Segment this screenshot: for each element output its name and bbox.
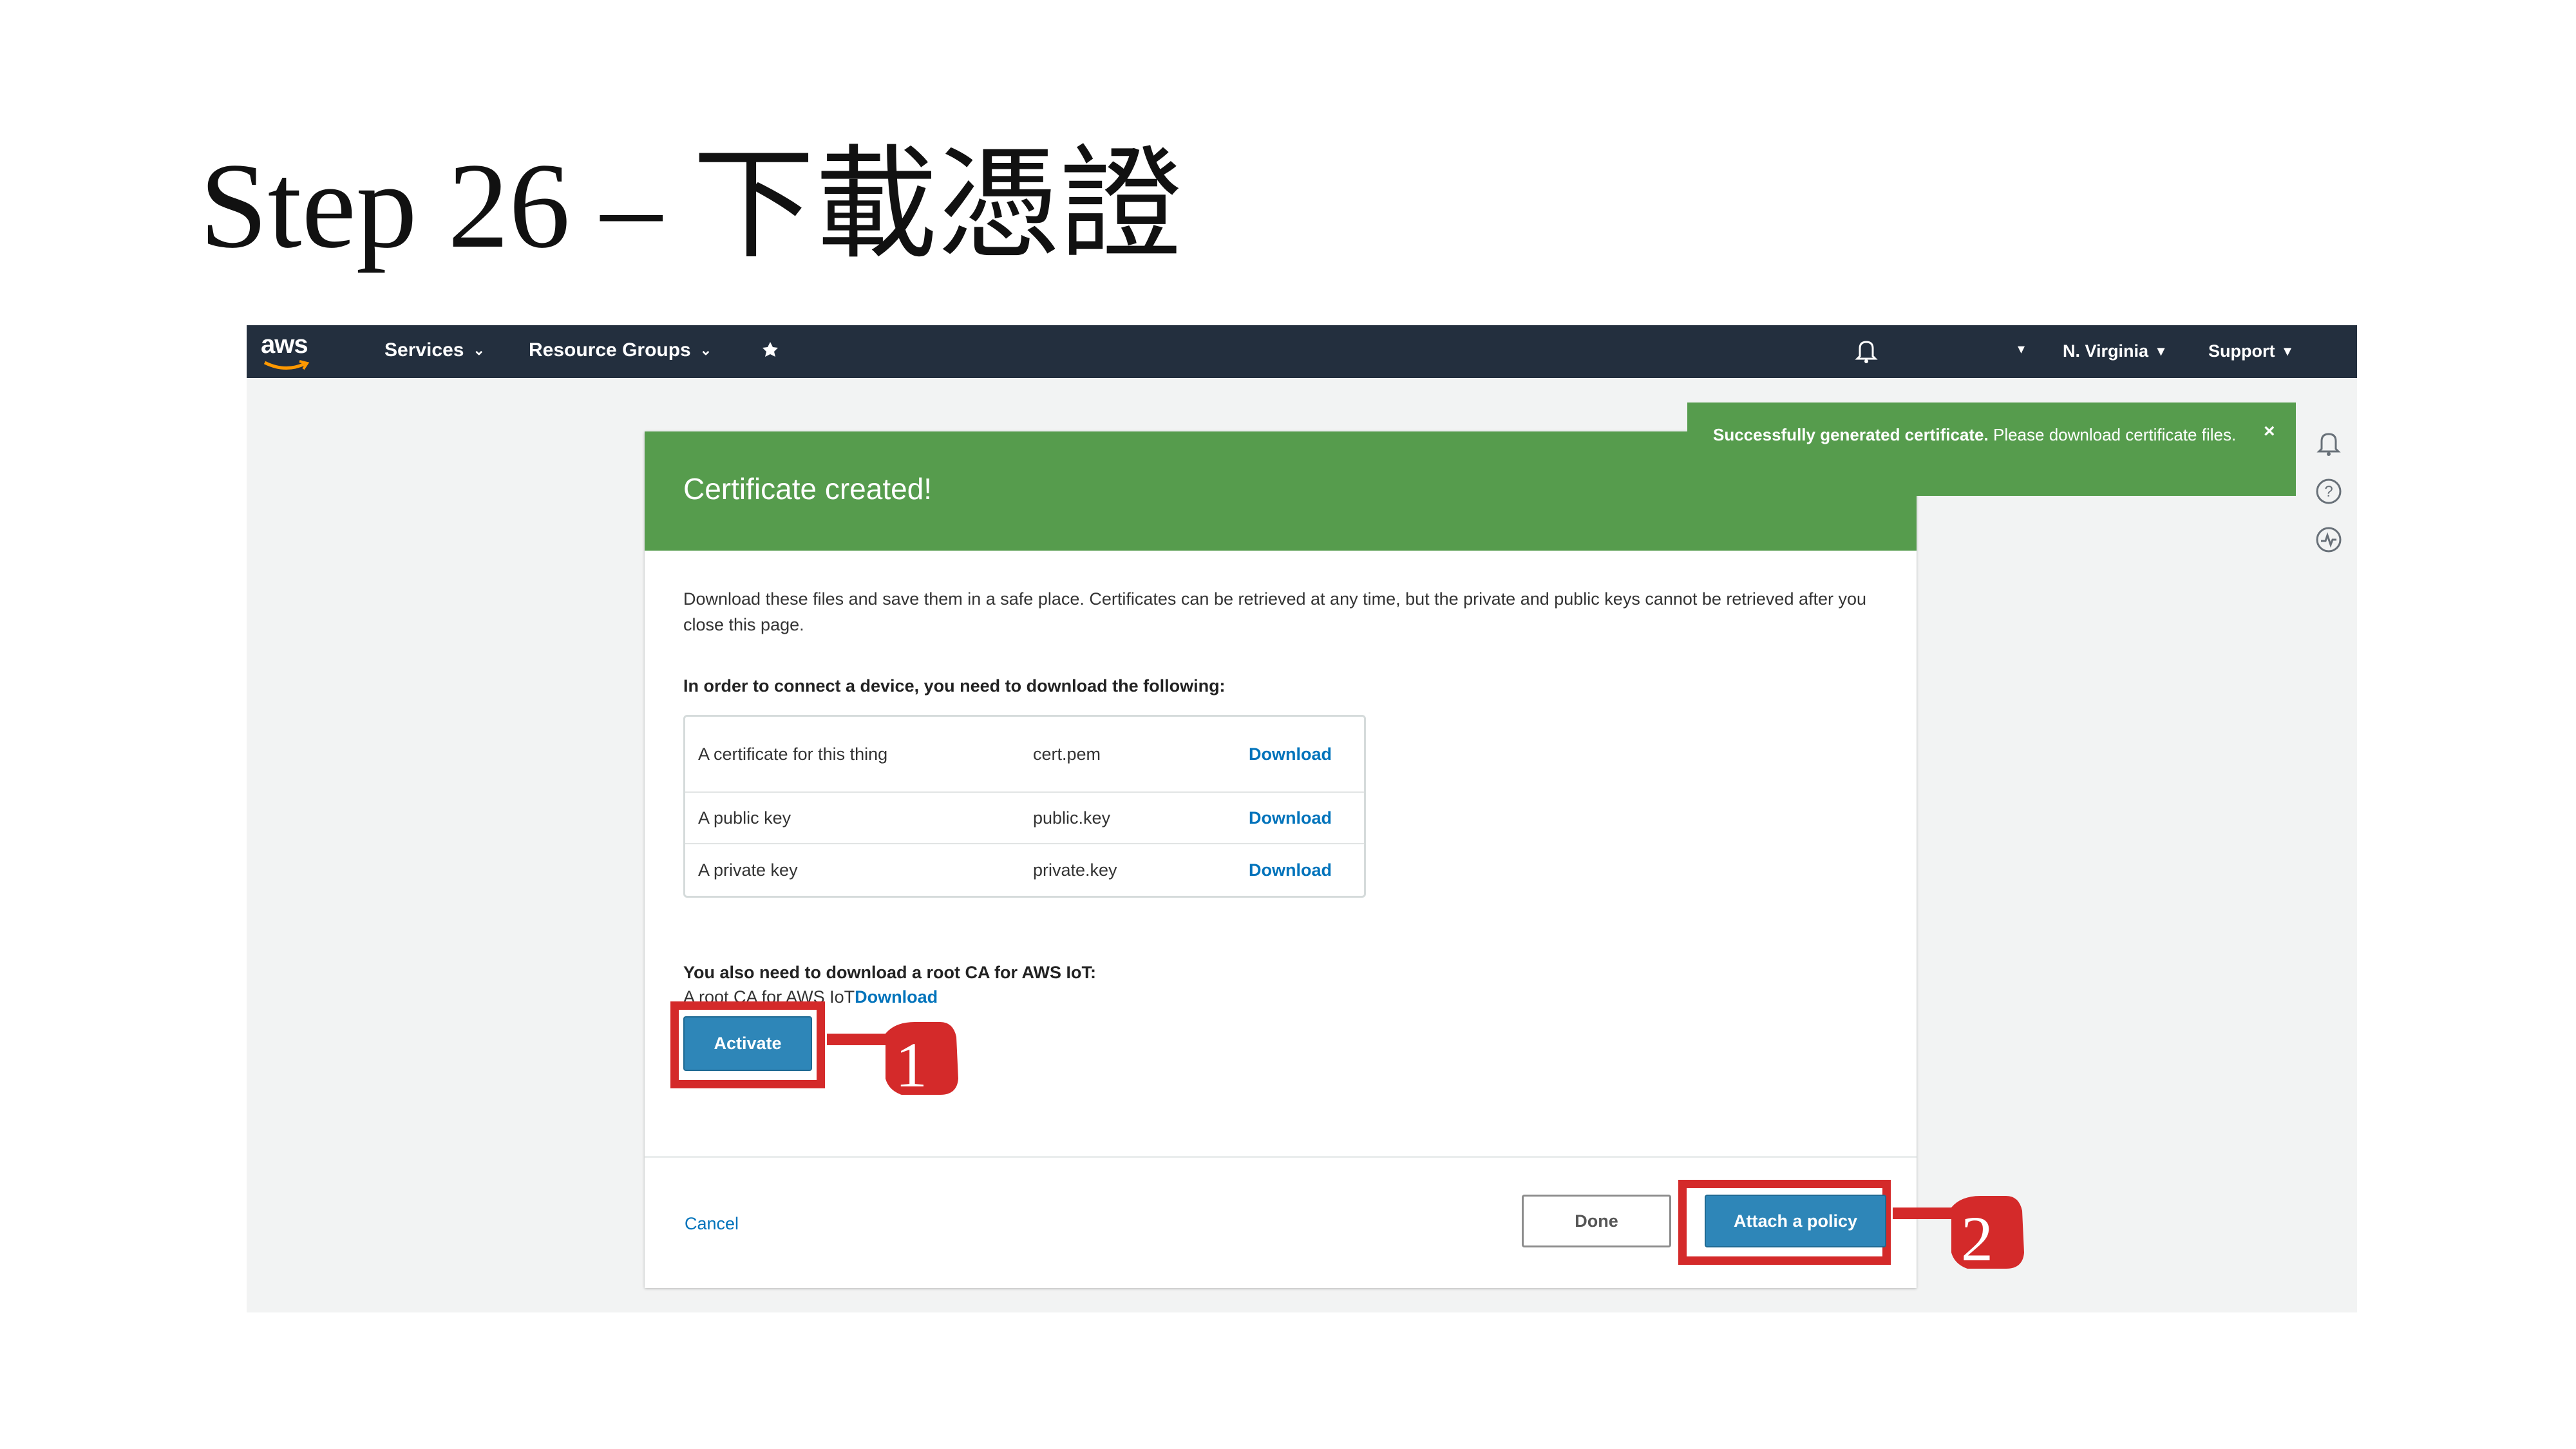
account-dropdown-caret[interactable]: ▾ <box>2018 341 2025 357</box>
aws-console-screenshot: aws Services ⌄ Resource Groups ⌄ ▾ N. Virg… <box>247 325 2357 1312</box>
activity-icon[interactable] <box>2313 524 2345 556</box>
region-menu[interactable]: N. Virginia ▾ <box>2063 341 2164 361</box>
top-nav: aws Services ⌄ Resource Groups ⌄ ▾ N. Virg… <box>247 325 2357 378</box>
aws-logo[interactable]: aws <box>261 329 325 374</box>
chevron-down-icon: ⌄ <box>473 342 485 358</box>
certificate-created-card: Certificate created! Download these file… <box>645 431 1917 1288</box>
flash-text: Successfully generated certificate. Plea… <box>1713 422 2241 448</box>
file-name: cert.pem <box>1033 744 1101 764</box>
caret-down-icon: ▾ <box>2284 343 2291 359</box>
aws-smile-icon <box>263 360 310 370</box>
step-1-number: 1 <box>895 1029 927 1098</box>
cancel-link[interactable]: Cancel <box>685 1214 739 1234</box>
step-2-number: 2 <box>1961 1203 1993 1272</box>
help-icon[interactable]: ? <box>2313 475 2345 507</box>
region-label: N. Virginia <box>2063 341 2149 361</box>
slide-title: Step 26 – 下載憑證 <box>200 138 1182 274</box>
file-name: private.key <box>1033 860 1117 880</box>
pointing-hand-icon: 1 <box>827 1022 958 1098</box>
certificate-files-table: A certificate for this thing cert.pem Do… <box>683 715 1366 898</box>
file-description: A certificate for this thing <box>698 744 888 764</box>
resource-groups-label: Resource Groups <box>529 339 691 361</box>
flash-body-text: Please download certificate files. <box>1988 425 2237 444</box>
footer-divider <box>645 1156 1917 1158</box>
support-label: Support <box>2208 341 2275 361</box>
services-label: Services <box>384 339 464 361</box>
pin-icon[interactable] <box>759 337 782 363</box>
bell-icon[interactable] <box>1853 337 1879 365</box>
flash-strong-text: Successfully generated certificate. <box>1713 425 1989 444</box>
resource-groups-menu[interactable]: Resource Groups ⌄ <box>529 339 712 361</box>
close-icon[interactable]: × <box>2264 421 2275 442</box>
download-public-key-link[interactable]: Download <box>1249 806 1332 830</box>
file-description: A public key <box>698 808 791 828</box>
card-title: Certificate created! <box>683 472 933 506</box>
download-requirement-label: In order to connect a device, you need t… <box>683 676 1226 696</box>
file-description: A private key <box>698 860 798 880</box>
file-name: public.key <box>1033 808 1111 828</box>
notification-bell-icon[interactable] <box>2313 427 2345 459</box>
table-row: A certificate for this thing cert.pem Do… <box>685 717 1364 793</box>
intro-text: Download these files and save them in a … <box>683 589 1867 634</box>
chevron-down-icon: ⌄ <box>699 342 712 358</box>
aws-logo-text: aws <box>261 330 308 359</box>
root-ca-heading: You also need to download a root CA for … <box>683 963 1096 982</box>
attach-policy-button[interactable]: Attach a policy <box>1705 1195 1886 1247</box>
activate-button[interactable]: Activate <box>683 1016 812 1071</box>
success-flash-message: Successfully generated certificate. Plea… <box>1687 402 2296 496</box>
table-row: A private key private.key Download <box>685 844 1364 896</box>
download-root-ca-link[interactable]: Download <box>855 987 938 1007</box>
support-menu[interactable]: Support ▾ <box>2208 341 2291 361</box>
download-private-key-link[interactable]: Download <box>1249 858 1332 882</box>
done-button[interactable]: Done <box>1522 1195 1671 1247</box>
services-menu[interactable]: Services ⌄ <box>384 339 485 361</box>
svg-text:?: ? <box>2324 483 2333 500</box>
caret-down-icon: ▾ <box>2157 343 2165 359</box>
pointing-hand-icon: 2 <box>1893 1196 2024 1272</box>
table-row: A public key public.key Download <box>685 793 1364 844</box>
download-cert-link[interactable]: Download <box>1249 742 1332 766</box>
